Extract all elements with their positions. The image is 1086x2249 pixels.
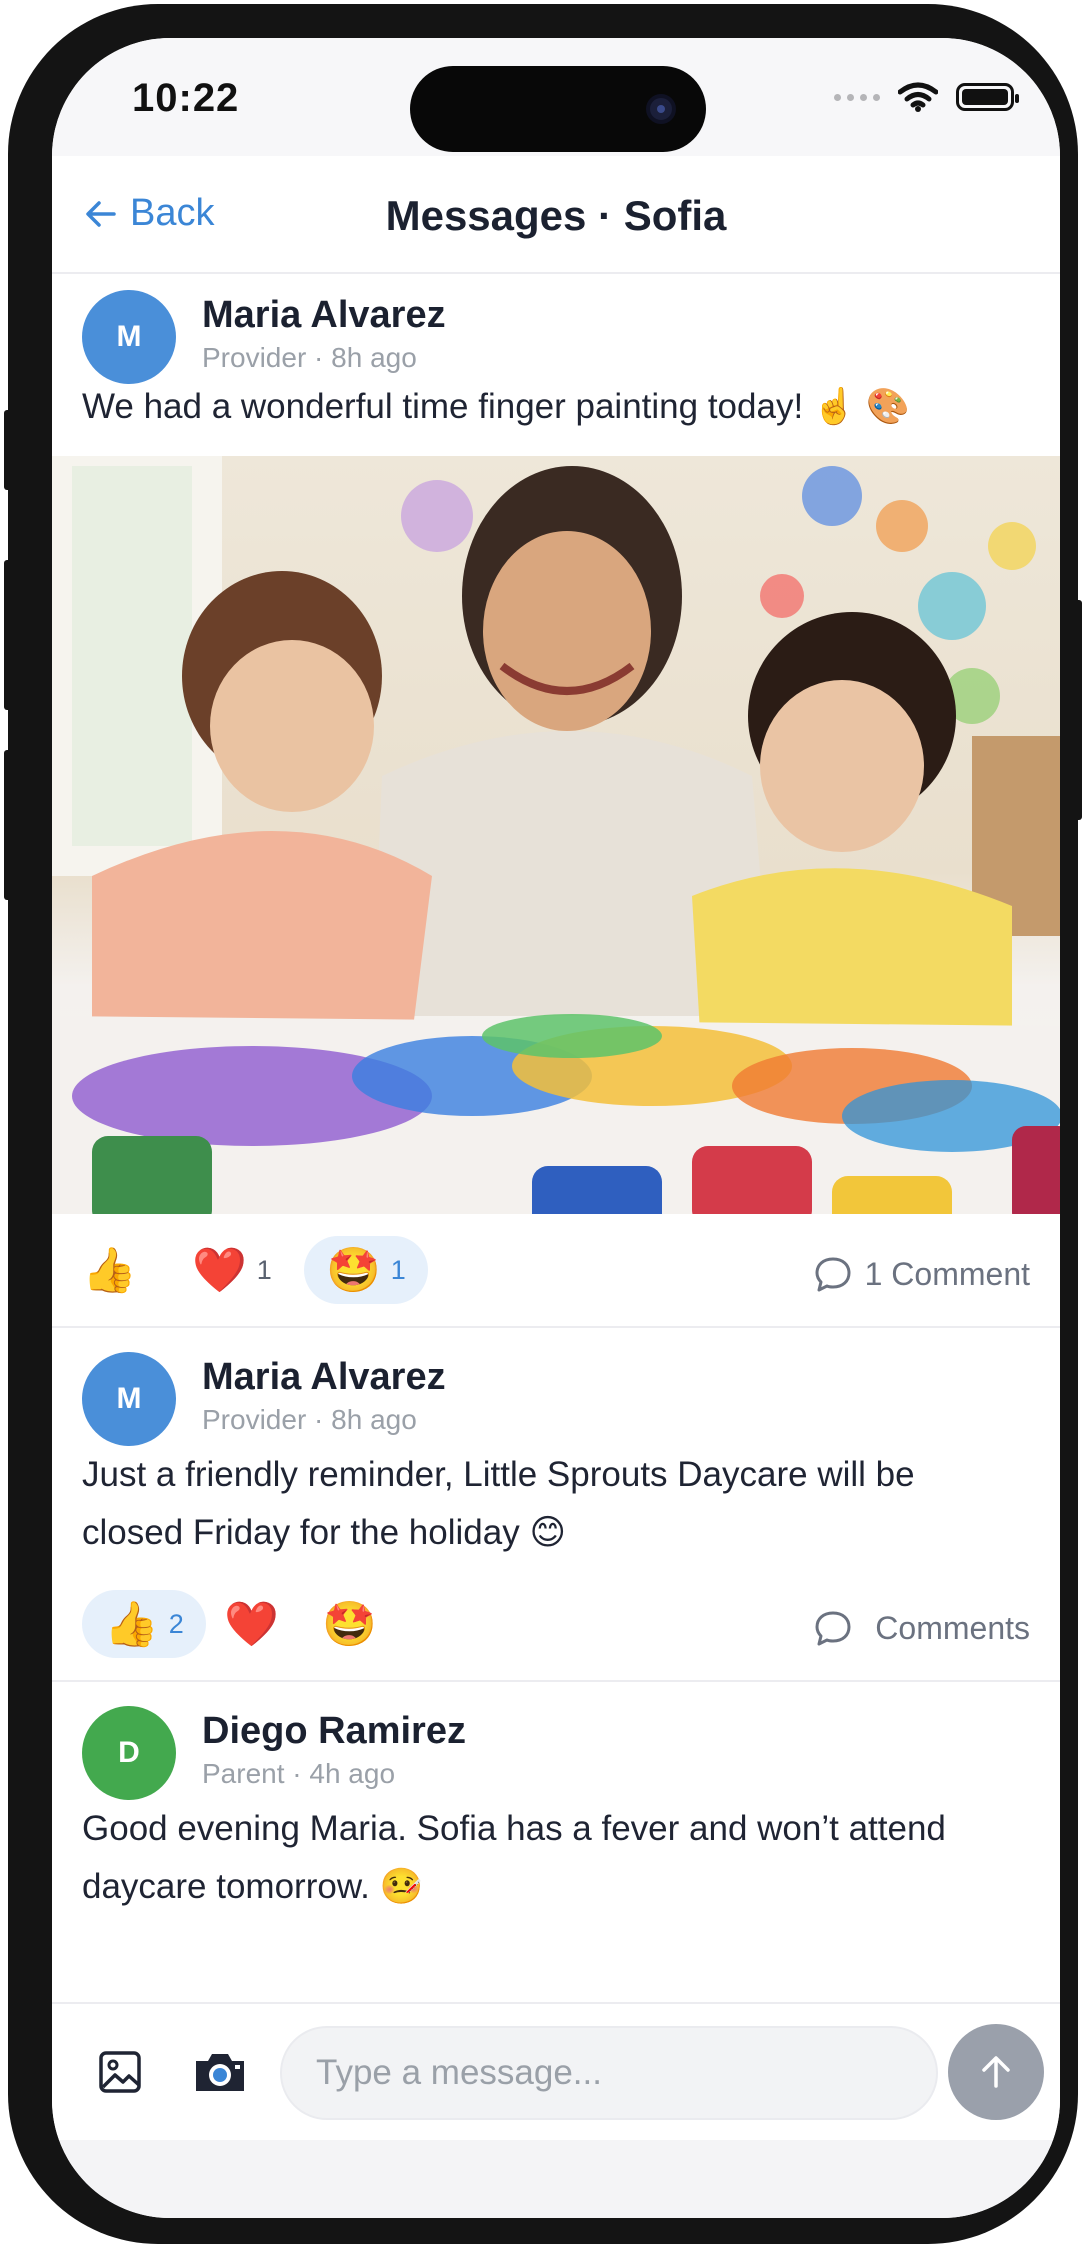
reaction-count: 1 [390,1254,406,1285]
navigation-bar: Back Messages · Sofia [52,156,1060,274]
dynamic-island [410,66,706,152]
reaction-thumbs-up[interactable]: 👍 [82,1236,137,1304]
avatar[interactable]: M [82,290,176,384]
post-meta: Parent · 4h ago [202,1758,396,1789]
page-title: Messages · Sofia [385,192,727,239]
reaction-thumbs-up[interactable]: 👍 2 [82,1590,206,1658]
camera-button[interactable] [190,2042,250,2102]
reaction-bar: 👍 2 ❤️ 🤩 Comments [52,1568,1060,1680]
home-indicator-area [52,2140,1060,2218]
post-meta: Provider · 8h ago [202,1404,417,1435]
message-placeholder: Type a message... [316,2053,602,2092]
phone-screen: 10:22 Back Messages · Sofia M Maria Alva… [52,38,1060,2218]
star-struck-icon: 🤩 [322,1599,377,1650]
heart-icon: ❤️ [224,1599,279,1650]
post-text: Just a friendly reminder, Little Sprouts… [82,1455,915,1552]
post: D Diego Ramirez Parent · 4h ago Good eve… [52,1696,1060,1916]
image-icon [99,2051,141,2093]
post-text: Good evening Maria. Sofia has a fever an… [82,1809,946,1906]
reaction-star-struck[interactable]: 🤩 1 [304,1236,428,1304]
post-header: D Diego Ramirez Parent · 4h ago [52,1696,1060,1800]
heart-icon: ❤️ [192,1245,247,1296]
reaction-heart[interactable]: ❤️ [224,1590,279,1658]
post-text: We had a wonderful time finger painting … [82,387,910,426]
message-composer: Type a message... [52,2002,1060,2140]
divider [52,1326,1060,1328]
reaction-heart[interactable]: ❤️ 1 [192,1236,272,1304]
reaction-count: 1 [256,1254,272,1285]
finger-painting-photo [52,456,1060,1214]
post: M Maria Alvarez Provider · 8h ago We had… [52,274,1060,1328]
message-feed[interactable]: M Maria Alvarez Provider · 8h ago We had… [52,274,1060,2002]
thumbs-up-icon: 👍 [104,1599,159,1650]
camera-icon [196,2054,244,2091]
post-header: M Maria Alvarez Provider · 8h ago [52,1342,1060,1446]
author-name[interactable]: Diego Ramirez [202,1710,466,1753]
post-header: M Maria Alvarez Provider · 8h ago [52,274,1060,384]
reaction-star-struck[interactable]: 🤩 [322,1590,377,1658]
comments-label: Comments [875,1609,1030,1646]
divider [52,1680,1060,1682]
battery-icon [956,83,1019,111]
star-struck-icon: 🤩 [326,1245,381,1296]
arrow-up-icon [982,2056,1010,2088]
message-input[interactable]: Type a message... [280,2026,938,2120]
status-time: 10:22 [132,76,240,120]
author-name[interactable]: Maria Alvarez [202,294,446,337]
front-camera-icon [646,94,676,124]
send-button[interactable] [948,2024,1044,2120]
comments-button[interactable]: Comments [813,1608,1030,1648]
post: M Maria Alvarez Provider · 8h ago Just a… [52,1342,1060,1682]
comments-label: 1 Comment [864,1255,1030,1292]
comment-bubble-icon [815,1611,851,1646]
cellular-signal-icon [834,93,880,101]
post-meta: Provider · 8h ago [202,342,417,373]
wifi-icon [898,82,938,112]
reaction-count: 2 [168,1608,184,1639]
avatar[interactable]: D [82,1706,176,1800]
post-photo[interactable] [52,456,1060,1214]
status-indicators [834,82,1019,112]
phone-frame: 10:22 Back Messages · Sofia M Maria Alva… [8,4,1078,2244]
comments-button[interactable]: 1 Comment [813,1254,1030,1294]
status-bar: 10:22 [52,38,1060,156]
reaction-bar: 👍 ❤️ 1 🤩 1 1 Comment [52,1214,1060,1326]
comment-bubble-icon [815,1257,851,1292]
avatar[interactable]: M [82,1352,176,1446]
thumbs-up-icon: 👍 [82,1245,137,1296]
gallery-button[interactable] [90,2042,150,2102]
author-name[interactable]: Maria Alvarez [202,1356,446,1399]
